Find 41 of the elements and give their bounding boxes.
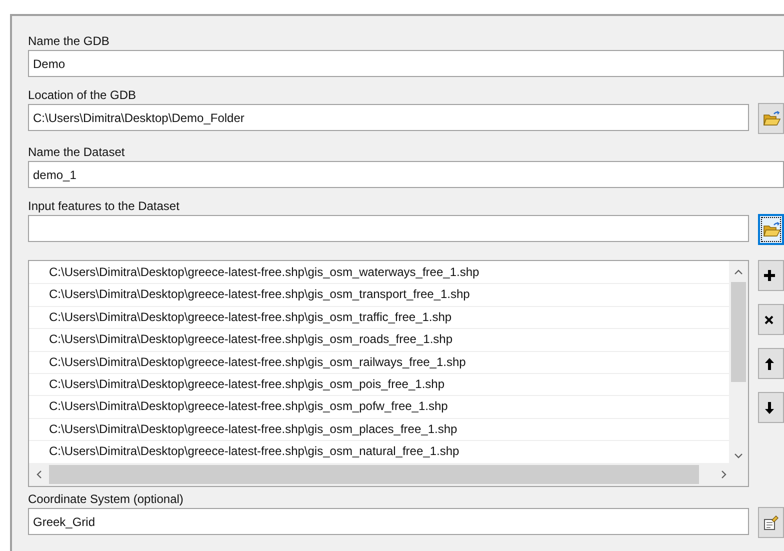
move-down-button[interactable] (758, 392, 784, 423)
scroll-thumb[interactable] (49, 465, 699, 484)
scroll-thumb[interactable] (731, 282, 746, 382)
list-item[interactable]: C:\Users\Dimitra\Desktop\greece-latest-free.shp\gis_osm_natural_free_1.shp (49, 444, 460, 458)
list-item[interactable]: C:\Users\Dimitra\Desktop\greece-latest-free.shp\gis_osm_pofw_free_1.shp (49, 399, 448, 414)
scroll-left-icon[interactable] (36, 470, 42, 479)
input-field[interactable]: Greek_Grid (28, 508, 750, 535)
scroll-right-icon[interactable] (721, 470, 727, 479)
scroll-up-icon[interactable] (734, 269, 743, 275)
field-label: Name the Dataset (28, 144, 125, 161)
list-item[interactable]: C:\Users\Dimitra\Desktop\greece-latest-free.shp\gis_osm_transport_free_1.shp (49, 287, 470, 302)
input-field[interactable]: demo_1 (28, 161, 784, 188)
browse-button[interactable] (758, 214, 784, 245)
up-arrow-icon (764, 356, 775, 370)
list-item[interactable]: C:\Users\Dimitra\Desktop\greece-latest-free.shp\gis_osm_traffic_free_1.shp (49, 310, 452, 324)
plus-icon (763, 269, 776, 282)
list-item[interactable]: C:\Users\Dimitra\Desktop\greece-latest-free.shp\gis_osm_pois_free_1.shp (49, 376, 445, 391)
field-label: Input features to the Dataset (28, 198, 180, 215)
down-arrow-icon (764, 400, 775, 414)
properties-button[interactable] (758, 507, 784, 538)
list-item[interactable]: C:\Users\Dimitra\Desktop\greece-latest-free.shp\gis_osm_railways_free_1.shp (49, 354, 466, 369)
folder-icon (763, 110, 782, 126)
list-item[interactable]: C:\Users\Dimitra\Desktop\greece-latest-free.shp\gis_osm_roads_free_1.shp (49, 332, 453, 346)
properties-icon (763, 514, 780, 530)
vertical-scrollbar[interactable] (729, 261, 748, 463)
scroll-down-icon[interactable] (734, 453, 743, 459)
field-label: Location of the GDB (28, 87, 136, 104)
horizontal-scrollbar[interactable] (29, 463, 748, 486)
list-item[interactable]: C:\Users\Dimitra\Desktop\greece-latest-free.shp\gis_osm_waterways_free_1.shp (49, 265, 480, 279)
input-field[interactable] (28, 215, 750, 242)
folder-icon (763, 222, 782, 238)
add-button[interactable] (758, 260, 784, 291)
file-list[interactable] (28, 260, 749, 487)
close-icon (764, 314, 774, 324)
input-field[interactable]: Demo (28, 50, 784, 77)
input-field[interactable]: C:\Users\Dimitra\Desktop\Demo_Folder (28, 104, 750, 131)
field-label: Coordinate System (optional) (28, 491, 184, 508)
move-up-button[interactable] (758, 348, 784, 379)
remove-button[interactable] (758, 304, 784, 335)
list-item[interactable]: C:\Users\Dimitra\Desktop\greece-latest-free.shp\gis_osm_places_free_1.shp (49, 422, 458, 436)
field-label: Name the GDB (28, 33, 110, 50)
